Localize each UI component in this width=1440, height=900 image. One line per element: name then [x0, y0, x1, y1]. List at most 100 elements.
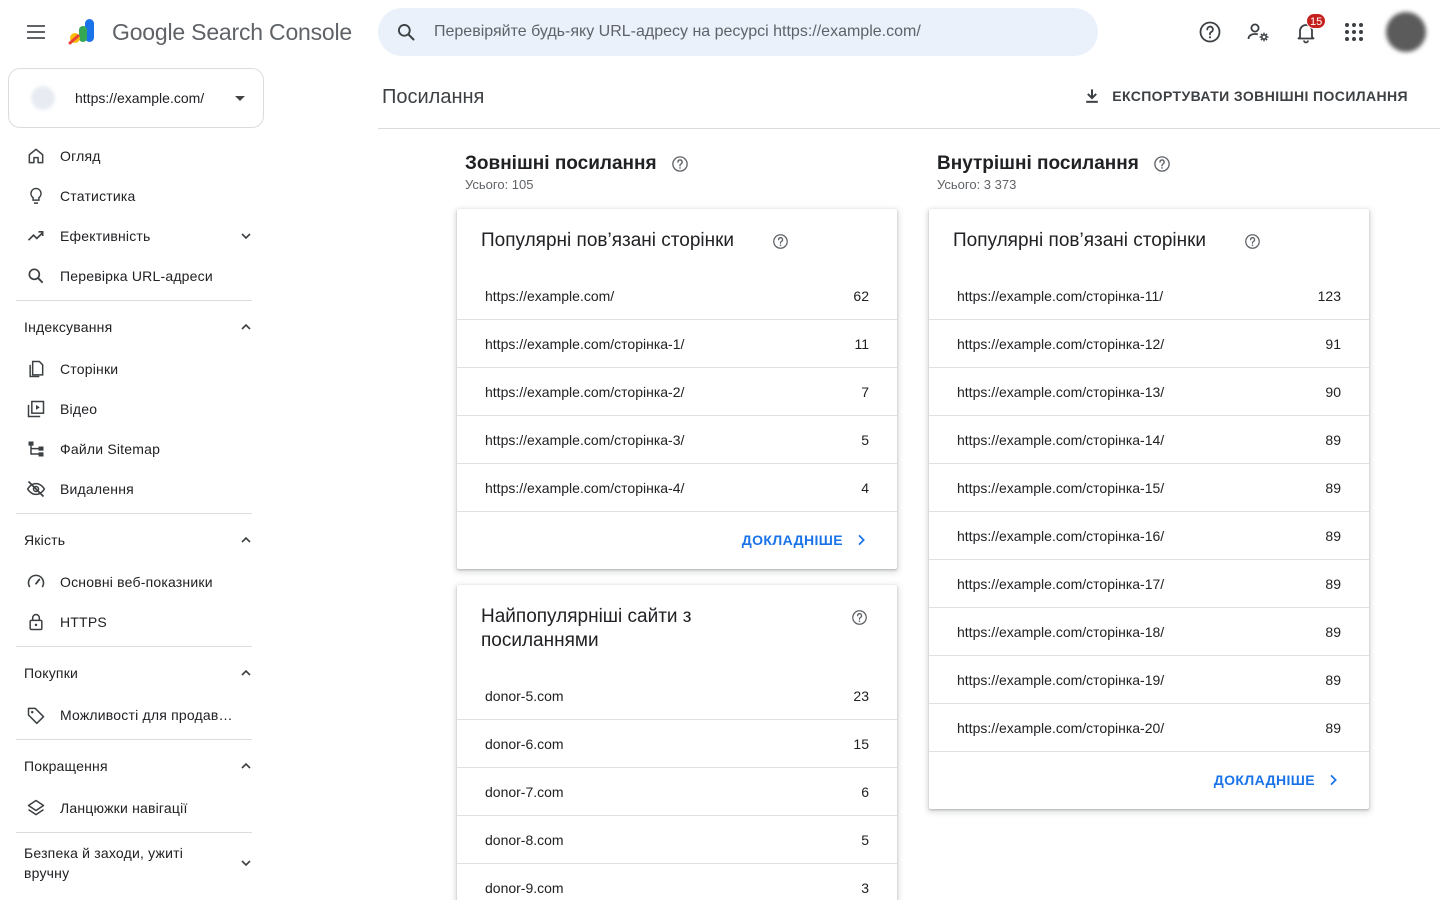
section-enhancements[interactable]: Покращення: [0, 744, 268, 788]
table-row[interactable]: donor-9.com 3: [457, 864, 897, 900]
table-row[interactable]: donor-7.com 6: [457, 768, 897, 816]
download-icon: [1086, 89, 1099, 103]
table-row[interactable]: donor-6.com 15: [457, 720, 897, 768]
chevron-up-icon: [241, 669, 251, 676]
visibility-off-icon: [24, 477, 48, 501]
url-inspection-search[interactable]: [378, 8, 1098, 56]
page-title: Посилання: [382, 86, 485, 108]
dropdown-arrow-icon: [235, 95, 245, 101]
logo-google-text: Google: [112, 18, 185, 45]
sidebar-nav: Огляд Статистика Ефективність Перевірка …: [0, 136, 268, 889]
trending-up-icon: [24, 224, 48, 248]
table-row[interactable]: https://example.com/сторінка-3/5: [457, 416, 897, 464]
search-console-logo-icon: [68, 19, 94, 45]
help-button[interactable]: [1186, 8, 1234, 56]
table-row[interactable]: donor-8.com 5: [457, 816, 897, 864]
sidebar-item-core-web-vitals[interactable]: Основні веб-показники: [0, 562, 268, 602]
sitemap-icon: [24, 437, 48, 461]
table-row[interactable]: https://example.com/сторінка-15/89: [929, 464, 1369, 512]
menu-icon: [27, 31, 45, 33]
table-row[interactable]: https://example.com/сторінка-11/123: [929, 272, 1369, 320]
sidebar-item-overview[interactable]: Огляд: [0, 136, 268, 176]
more-details-button[interactable]: ДОКЛАДНІШЕ: [742, 532, 869, 548]
table-row[interactable]: https://example.com/62: [457, 272, 897, 320]
speed-icon: [24, 570, 48, 594]
apps-button[interactable]: [1330, 8, 1378, 56]
sidebar-item-breadcrumbs[interactable]: Ланцюжки навігації: [0, 788, 268, 828]
search-input[interactable]: [434, 23, 1074, 41]
table-row[interactable]: https://example.com/сторінка-4/4: [457, 464, 897, 512]
table-row[interactable]: https://example.com/сторінка-12/91: [929, 320, 1369, 368]
sidebar: https://example.com/ Огляд Статистика Еф…: [0, 64, 268, 900]
section-quality[interactable]: Якість: [0, 518, 268, 562]
sidebar-item-video[interactable]: Відео: [0, 389, 268, 429]
sidebar-item-performance[interactable]: Ефективність: [0, 216, 268, 256]
sidebar-item-removals[interactable]: Видалення: [0, 469, 268, 509]
table-row[interactable]: https://example.com/сторінка-14/89: [929, 416, 1369, 464]
help-icon[interactable]: [772, 233, 789, 250]
search-icon: [378, 22, 434, 42]
more-details-button[interactable]: ДОКЛАДНІШЕ: [1214, 772, 1341, 788]
table-row[interactable]: https://example.com/сторінка-13/90: [929, 368, 1369, 416]
external-links-total: Усього: 105: [465, 177, 534, 192]
section-security[interactable]: Безпека й заходи, ужиті вручну: [0, 837, 268, 889]
table-row[interactable]: https://example.com/сторінка-20/89: [929, 704, 1369, 752]
page-header: Посилання ЕКСПОРТУВАТИ ЗОВНІШНІ ПОСИЛАНН…: [378, 64, 1440, 129]
help-icon[interactable]: [1244, 233, 1261, 250]
section-shopping[interactable]: Покупки: [0, 651, 268, 695]
help-icon[interactable]: [1153, 155, 1171, 173]
table-row[interactable]: https://example.com/сторінка-1/11: [457, 320, 897, 368]
tag-icon: [24, 703, 48, 727]
card-title: Популярні пов’язані сторінки: [953, 230, 1207, 251]
chevron-right-icon: [858, 534, 865, 546]
top-app-bar: Google Search Console 15: [0, 0, 1440, 64]
internal-links-title: Внутрішні посилання: [937, 153, 1171, 175]
lightbulb-icon: [24, 184, 48, 208]
lock-icon: [24, 610, 48, 634]
table-row[interactable]: https://example.com/сторінка-19/89: [929, 656, 1369, 704]
manage-accounts-icon: [1247, 23, 1269, 42]
sidebar-item-sitemaps[interactable]: Файли Sitemap: [0, 429, 268, 469]
help-icon[interactable]: [851, 609, 868, 626]
help-icon: [1199, 21, 1221, 43]
card-title: Популярні пов’язані сторінки: [481, 230, 735, 251]
card-title: Найпопулярніші сайти з посиланнями: [481, 606, 692, 651]
chevron-up-icon: [241, 323, 251, 330]
sidebar-item-merchant[interactable]: Можливості для продавців: [0, 695, 268, 735]
property-url: https://example.com/: [75, 90, 205, 106]
layers-icon: [24, 796, 48, 820]
table-row[interactable]: https://example.com/сторінка-17/89: [929, 560, 1369, 608]
sidebar-item-insights[interactable]: Статистика: [0, 176, 268, 216]
table-row[interactable]: https://example.com/сторінка-16/89: [929, 512, 1369, 560]
export-external-links-button[interactable]: ЕКСПОРТУВАТИ ЗОВНІШНІ ПОСИЛАННЯ: [1082, 86, 1408, 106]
apps-grid-icon: [1345, 23, 1363, 41]
table-row[interactable]: donor-5.com 23: [457, 672, 897, 720]
help-icon[interactable]: [671, 155, 689, 173]
property-selector[interactable]: https://example.com/: [8, 68, 264, 128]
table-row[interactable]: https://example.com/сторінка-18/89: [929, 608, 1369, 656]
chevron-down-icon: [241, 233, 251, 240]
account-settings-button[interactable]: [1234, 8, 1282, 56]
notification-badge: 15: [1306, 13, 1327, 29]
section-indexing[interactable]: Індексування: [0, 305, 268, 349]
sidebar-divider: [16, 300, 252, 301]
chevron-down-icon: [241, 860, 251, 867]
top-actions: 15: [1186, 8, 1440, 56]
avatar[interactable]: [1386, 12, 1426, 52]
table-row[interactable]: https://example.com/сторінка-2/7: [457, 368, 897, 416]
sidebar-item-https[interactable]: HTTPS: [0, 602, 268, 642]
notifications-button[interactable]: 15: [1282, 8, 1330, 56]
video-library-icon: [24, 397, 48, 421]
main-menu-button[interactable]: [16, 12, 56, 52]
internal-top-pages-card: Популярні пов’язані сторінки https://exa…: [929, 209, 1369, 809]
internal-links-total: Усього: 3 373: [937, 177, 1017, 192]
logo[interactable]: Google Search Console: [68, 16, 352, 48]
external-top-sites-card: Найпопулярніші сайти з посиланнями donor-…: [457, 585, 897, 900]
logo-product-text: Search Console: [191, 18, 353, 45]
sidebar-divider: [16, 513, 252, 514]
chevron-up-icon: [241, 762, 251, 769]
chevron-right-icon: [1330, 774, 1337, 786]
external-top-pages-card: Популярні пов’язані сторінки https://exa…: [457, 209, 897, 569]
sidebar-item-url-inspection[interactable]: Перевірка URL-адреси: [0, 256, 268, 296]
sidebar-item-pages[interactable]: Сторінки: [0, 349, 268, 389]
